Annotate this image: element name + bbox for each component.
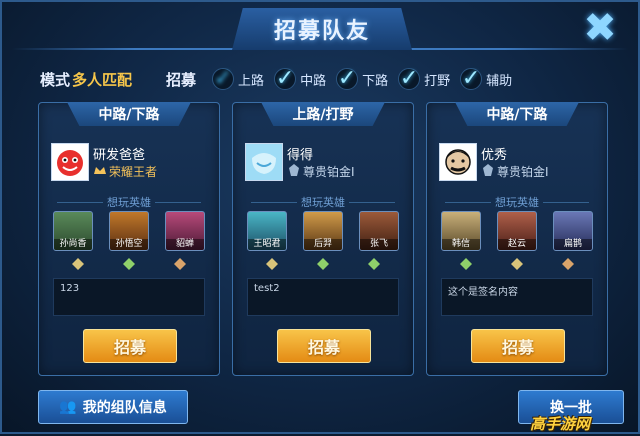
signature-box: 123	[53, 278, 205, 316]
hero-badges	[53, 257, 205, 271]
position-label: 上路	[238, 73, 265, 89]
checkbox-off-icon[interactable]: ✓	[212, 68, 235, 90]
card-position-tab: 中路/下路	[455, 102, 579, 126]
platinum-rank-icon	[483, 164, 493, 176]
badge-icon	[367, 258, 380, 270]
hero-portrait[interactable]: 王昭君	[247, 211, 287, 251]
crown-rank-icon	[94, 167, 106, 174]
avatar[interactable]	[439, 143, 477, 181]
heroes-label: 想玩英雄	[301, 196, 345, 209]
hero-portrait[interactable]: 后羿	[303, 211, 343, 251]
heroes-label: 想玩英雄	[495, 196, 539, 209]
player-rank: 尊贵铂金I	[497, 165, 549, 179]
heroes-divider: 想玩英雄	[445, 195, 589, 209]
recruit-button[interactable]: 招募	[277, 329, 371, 363]
signature-box: 这个是签名内容	[441, 278, 593, 316]
position-label: 中路	[300, 73, 327, 89]
dialog-title: 招募队友	[273, 19, 370, 44]
platinum-rank-icon	[289, 164, 299, 176]
hero-portrait[interactable]: 貂蝉	[165, 211, 205, 251]
hero-name: 貂蝉	[166, 239, 204, 250]
close-icon[interactable]: ✖	[580, 8, 620, 48]
title-bar: 招募队友	[232, 8, 412, 50]
hero-name: 孙悟空	[110, 239, 148, 250]
badge-icon	[316, 258, 329, 270]
card-position-tab: 上路/打野	[261, 102, 385, 126]
badge-icon	[561, 258, 574, 270]
card-position-tab: 中路/下路	[67, 102, 191, 126]
watermark-text: 高手游网	[530, 414, 591, 433]
player-info: 优秀 尊贵铂金I	[439, 143, 599, 183]
badge-icon	[173, 258, 186, 270]
player-name: 得得	[287, 148, 314, 163]
recruit-button[interactable]: 招募	[471, 329, 565, 363]
badge-icon	[72, 258, 85, 270]
player-info: 得得 尊贵铂金I	[245, 143, 405, 183]
position-filter-bottom[interactable]: ✓ 下路	[336, 68, 388, 90]
team-info-label: 我的组队信息	[82, 400, 167, 416]
player-rank: 荣耀王者	[109, 165, 158, 179]
badge-icon	[266, 258, 279, 270]
heroes-divider: 想玩英雄	[251, 195, 395, 209]
hero-portrait[interactable]: 张飞	[359, 211, 399, 251]
signature-box: test2	[247, 278, 399, 316]
hero-portrait[interactable]: 赵云	[497, 211, 537, 251]
hero-portrait[interactable]: 韩信	[441, 211, 481, 251]
hero-name: 赵云	[498, 239, 536, 250]
position-filter-support[interactable]: ✓ 辅助	[460, 68, 512, 90]
player-name: 优秀	[481, 148, 508, 163]
badge-icon	[510, 258, 523, 270]
hero-portrait[interactable]: 扁鹊	[553, 211, 593, 251]
recruit-dialog: 招募队友 ✖ 模式 多人匹配 招募 ✓ 上路 ✓ 中路 ✓ 下路 ✓ 打野 ✓ …	[0, 0, 640, 434]
hero-badges	[247, 257, 399, 271]
position-label: 辅助	[486, 73, 513, 89]
player-rank: 尊贵铂金I	[303, 165, 355, 179]
player-info: 研发爸爸 荣耀王者	[51, 143, 211, 183]
my-team-info-button[interactable]: 👥 我的组队信息	[38, 390, 188, 424]
recruit-button[interactable]: 招募	[83, 329, 177, 363]
mode-label: 模式	[40, 70, 71, 89]
position-label: 打野	[424, 73, 451, 89]
hero-name: 张飞	[360, 239, 398, 250]
hero-portrait[interactable]: 孙尚香	[53, 211, 93, 251]
badge-icon	[460, 258, 473, 270]
team-icon: 👥	[59, 399, 77, 415]
hero-list: 孙尚香 孙悟空 貂蝉	[53, 211, 205, 251]
checkmark-icon[interactable]: ✓	[274, 68, 297, 90]
recruit-filter-label: 招募	[166, 70, 197, 89]
player-card: 中路/下路 研发爸爸 荣耀王者 想玩英雄 孙尚香 孙悟空 貂蝉 123 招募	[38, 102, 220, 376]
badge-icon	[122, 258, 135, 270]
checkmark-icon[interactable]: ✓	[336, 68, 359, 90]
hero-list: 王昭君 后羿 张飞	[247, 211, 399, 251]
player-card: 上路/打野 得得 尊贵铂金I 想玩英雄 王昭君 后羿 张飞 test2 招募	[232, 102, 414, 376]
filter-row: 模式 多人匹配 招募 ✓ 上路 ✓ 中路 ✓ 下路 ✓ 打野 ✓ 辅助	[40, 66, 620, 92]
position-filter-top[interactable]: ✓ 上路	[212, 68, 264, 90]
position-label: 下路	[362, 73, 389, 89]
hero-list: 韩信 赵云 扁鹊	[441, 211, 593, 251]
avatar[interactable]	[245, 143, 283, 181]
hero-badges	[441, 257, 593, 271]
player-card: 中路/下路 优秀 尊贵铂金I 想玩英雄 韩信 赵云 扁鹊 这个是签名内容 招募	[426, 102, 608, 376]
hero-name: 韩信	[442, 239, 480, 250]
checkmark-icon[interactable]: ✓	[460, 68, 483, 90]
position-filter-mid[interactable]: ✓ 中路	[274, 68, 326, 90]
avatar[interactable]	[51, 143, 89, 181]
hero-name: 孙尚香	[54, 239, 92, 250]
heroes-divider: 想玩英雄	[57, 195, 201, 209]
mode-value: 多人匹配	[72, 70, 133, 89]
checkmark-icon[interactable]: ✓	[398, 68, 421, 90]
position-filter-jungle[interactable]: ✓ 打野	[398, 68, 450, 90]
hero-name: 王昭君	[248, 239, 286, 250]
heroes-label: 想玩英雄	[107, 196, 151, 209]
hero-portrait[interactable]: 孙悟空	[109, 211, 149, 251]
hero-name: 扁鹊	[554, 239, 592, 250]
hero-name: 后羿	[304, 239, 342, 250]
player-name: 研发爸爸	[93, 148, 146, 163]
